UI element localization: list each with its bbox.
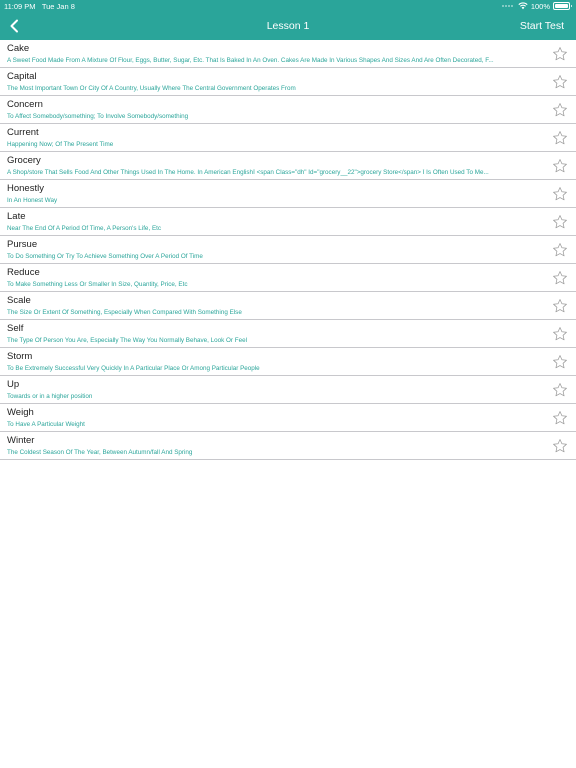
word-row[interactable]: Late Near The End Of A Period Of Time, A… [0,208,576,236]
word-row[interactable]: Capital The Most Important Town Or City … [0,68,576,96]
wifi-icon [518,2,528,10]
word-definition: To Have A Particular Weight [7,421,85,428]
star-icon[interactable] [552,410,568,426]
word-title: Up [7,379,20,390]
word-row[interactable]: Pursue To Do Something Or Try To Achieve… [0,236,576,264]
star-icon[interactable] [552,298,568,314]
header: 11:09 PM Tue Jan 8 100% Lesson 1 Start T… [0,0,576,40]
word-row[interactable]: Cake A Sweet Food Made From A Mixture Of… [0,40,576,68]
star-icon[interactable] [552,158,568,174]
status-bar: 11:09 PM Tue Jan 8 100% [0,0,576,12]
word-title: Weigh [7,407,34,418]
status-indicators: 100% [501,0,572,12]
word-title: Self [7,323,24,334]
word-title: Reduce [7,267,40,278]
word-title: Current [7,127,39,138]
status-time-value: 11:09 PM [4,1,36,11]
battery-percent: 100% [530,1,550,11]
word-definition: To Affect Somebody/something; To Involve… [7,113,189,120]
star-icon[interactable] [552,130,568,146]
star-icon[interactable] [552,186,568,202]
word-definition: In An Honest Way [7,197,58,204]
word-row[interactable]: Honestly In An Honest Way [0,180,576,208]
word-title: Scale [7,295,31,306]
cellular-dots-icon [501,5,513,7]
word-list: Cake A Sweet Food Made From A Mixture Of… [0,40,576,460]
word-definition: A Shop/store That Sells Food And Other T… [7,169,489,176]
start-test-button[interactable]: Start Test [520,12,564,40]
word-definition: A Sweet Food Made From A Mixture Of Flou… [7,57,494,64]
star-icon[interactable] [552,242,568,258]
word-title: Capital [7,71,37,82]
page-title: Lesson 1 [266,20,310,32]
status-date: Tue Jan 8 [41,1,75,11]
word-row[interactable]: Scale The Size Or Extent Of Something, E… [0,292,576,320]
word-row[interactable]: Reduce To Make Something Less Or Smaller… [0,264,576,292]
star-icon[interactable] [552,382,568,398]
word-title: Honestly [7,183,44,194]
word-title: Concern [7,99,43,110]
word-title: Cake [7,43,30,54]
word-row[interactable]: Weigh To Have A Particular Weight [0,404,576,432]
word-definition: The Size Or Extent Of Something, Especia… [7,309,242,316]
star-icon[interactable] [552,354,568,370]
word-title: Storm [7,351,33,362]
word-definition: To Be Extremely Successful Very Quickly … [7,365,260,372]
word-definition: Towards or in a higher position [7,393,93,400]
nav-bar: Lesson 1 Start Test [0,12,576,40]
word-row[interactable]: Self The Type Of Person You Are, Especia… [0,320,576,348]
word-definition: Near The End Of A Period Of Time, A Pers… [7,225,162,232]
word-row[interactable]: Storm To Be Extremely Successful Very Qu… [0,348,576,376]
word-row[interactable]: Concern To Affect Somebody/something; To… [0,96,576,124]
star-icon[interactable] [552,438,568,454]
back-button[interactable] [2,12,26,40]
word-title: Winter [7,435,35,446]
star-icon[interactable] [552,326,568,342]
star-icon[interactable] [552,74,568,90]
word-definition: The Coldest Season Of The Year, Between … [7,449,193,456]
word-definition: To Do Something Or Try To Achieve Someth… [7,253,203,260]
word-row[interactable]: Current Happening Now; Of The Present Ti… [0,124,576,152]
word-row[interactable]: Winter The Coldest Season Of The Year, B… [0,432,576,460]
word-definition: The Type Of Person You Are, Especially T… [7,337,247,344]
word-definition: Happening Now; Of The Present Time [7,141,114,148]
word-title: Late [7,211,26,222]
star-icon[interactable] [552,270,568,286]
star-icon[interactable] [552,102,568,118]
word-title: Grocery [7,155,41,166]
word-row[interactable]: Grocery A Shop/store That Sells Food And… [0,152,576,180]
battery-icon [553,2,572,10]
star-icon[interactable] [552,214,568,230]
status-time: 11:09 PM Tue Jan 8 [4,2,75,11]
word-row[interactable]: Up Towards or in a higher position [0,376,576,404]
word-definition: The Most Important Town Or City Of A Cou… [7,85,296,92]
word-title: Pursue [7,239,38,250]
chevron-left-icon [10,19,18,33]
word-definition: To Make Something Less Or Smaller In Siz… [7,281,188,288]
star-icon[interactable] [552,46,568,62]
